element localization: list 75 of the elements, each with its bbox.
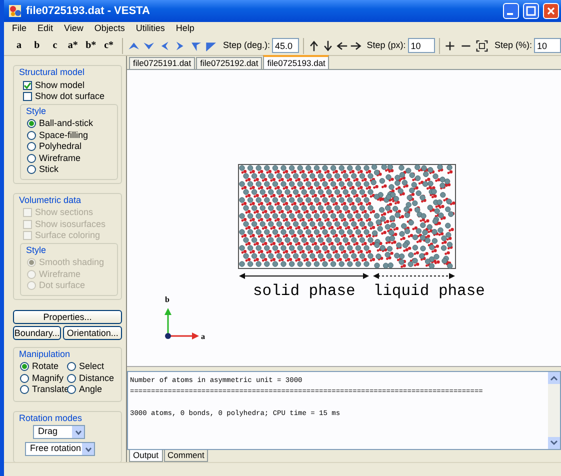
axis-view-button[interactable]: c [46, 38, 64, 53]
properties-button[interactable]: Properties... [13, 310, 122, 324]
window-title: file0725193.dat - VESTA [26, 4, 151, 19]
b-axis-arrow [164, 308, 172, 336]
radio-button[interactable]: Polyhedral [27, 141, 114, 152]
radio-button[interactable]: Select [67, 361, 118, 372]
axis-view-button[interactable]: a* [64, 38, 82, 53]
group-title: Manipulation [17, 348, 72, 360]
step-field[interactable]: 10 [534, 38, 561, 53]
menu-item[interactable]: Utilities [136, 22, 165, 36]
axis-view-button[interactable]: b [28, 38, 46, 53]
phase-label: solid phase [253, 282, 356, 300]
menu-item[interactable]: File [12, 22, 27, 36]
radio-button[interactable]: Angle [67, 384, 118, 396]
axis-view-button[interactable]: a [10, 38, 28, 53]
step-label: Step (%): [494, 38, 532, 52]
menu-item[interactable]: Objects [94, 22, 125, 36]
boundary-button[interactable]: Boundary... [13, 326, 61, 340]
menu-item[interactable]: Help [176, 22, 194, 36]
axis-label: a [201, 332, 205, 341]
app-icon [8, 4, 22, 18]
radio-button[interactable]: Magnify [20, 372, 67, 384]
group-title: Rotation modes [17, 412, 84, 424]
arrow-up-icon[interactable] [308, 38, 320, 52]
radio-dot-icon [22, 364, 27, 370]
group-title: Structural model [17, 67, 87, 78]
minimize-button[interactable] [503, 3, 519, 19]
arrow-down-icon[interactable] [322, 38, 334, 52]
checkbox[interactable]: Show model [23, 80, 118, 91]
scroll-down-icon[interactable] [550, 440, 558, 446]
group-title: Style [24, 244, 48, 256]
radio-button[interactable]: Wireframe [27, 152, 114, 164]
maximize-button[interactable] [523, 3, 539, 19]
step-label: Step (deg.): [222, 38, 270, 52]
scrollbar[interactable] [548, 372, 560, 449]
radio-button[interactable]: Translate [20, 384, 67, 396]
orientation-button[interactable]: Orientation... [63, 326, 122, 340]
scroll-up-icon[interactable] [550, 375, 558, 381]
document-tab[interactable]: file0725193.dat [263, 55, 330, 69]
step-label: Step (px): [366, 38, 406, 52]
radio-dot-icon [29, 260, 34, 266]
maximize-icon [526, 6, 536, 16]
axis-view-button[interactable]: b* [82, 38, 100, 53]
axis-label: b [165, 295, 170, 304]
minimize-icon [506, 13, 512, 15]
output-tab[interactable]: Comment [164, 450, 208, 462]
radio-button[interactable]: Rotate [20, 361, 67, 372]
close-icon [546, 6, 556, 16]
checkbox[interactable]: Show dot surface [23, 91, 118, 102]
dropdown[interactable]: Drag [33, 425, 85, 439]
axis-view-button[interactable]: c* [100, 38, 118, 53]
phase-label: liquid phase [373, 282, 485, 300]
dropdown[interactable]: Free rotation [25, 442, 95, 456]
radio-button[interactable]: Distance [67, 372, 118, 384]
menu-item[interactable]: View [64, 22, 84, 36]
plus-icon[interactable] [444, 38, 456, 52]
menu-item[interactable]: Edit [38, 22, 54, 36]
output-tab[interactable]: Output [129, 450, 163, 462]
close-button[interactable] [543, 3, 559, 19]
document-tab[interactable]: file0725192.dat [196, 57, 262, 69]
caret-down-icon [84, 446, 92, 452]
origin-icon [165, 333, 171, 339]
document-tab[interactable]: file0725191.dat [129, 57, 196, 69]
caret-down-icon [74, 430, 82, 434]
radio-button[interactable]: Ball-and-stick [27, 118, 114, 130]
a-axis-arrow [168, 332, 199, 340]
step-field[interactable]: 45.0 [272, 38, 299, 53]
group-title: Style [24, 106, 48, 116]
group-title: Volumetric data [17, 194, 84, 206]
step-field[interactable]: 10 [408, 38, 435, 53]
check-icon [24, 82, 31, 89]
radio-dot-icon [29, 121, 34, 126]
radio-button[interactable]: Space-filling [27, 130, 114, 141]
radio-button[interactable]: Stick [27, 164, 114, 176]
fit-to-window-icon[interactable] [476, 38, 488, 52]
